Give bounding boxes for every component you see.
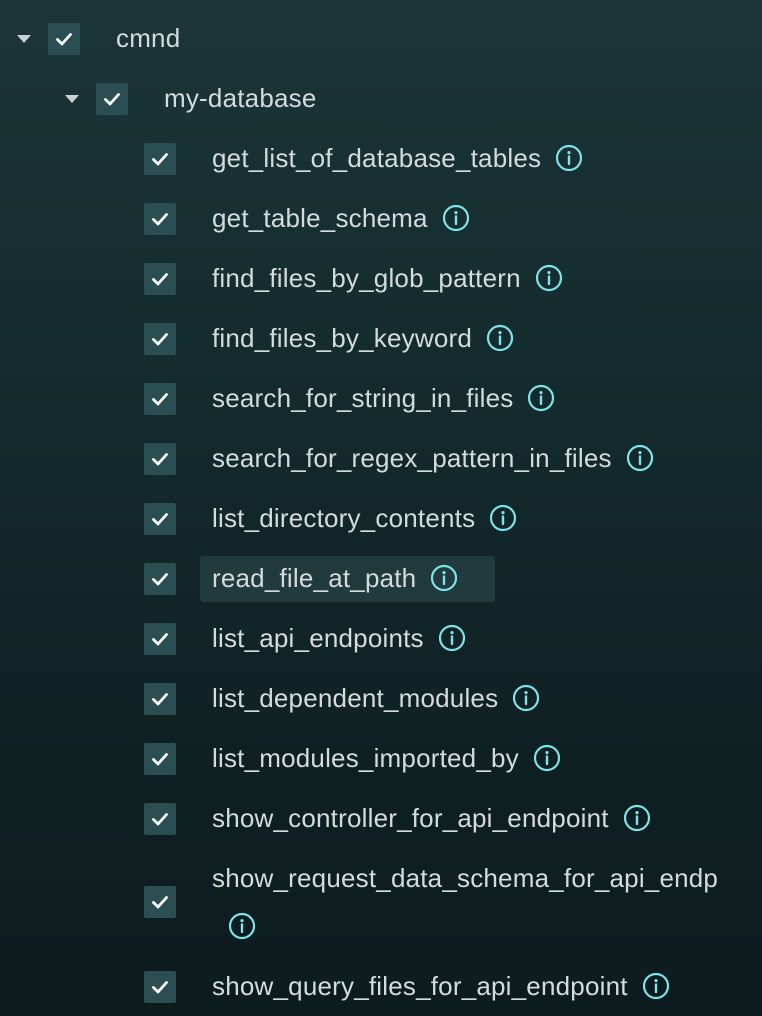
info-icon[interactable] (438, 624, 466, 652)
info-icon[interactable] (442, 204, 470, 232)
checkmark-icon (152, 633, 168, 646)
checkmark-icon (152, 693, 168, 706)
info-icon[interactable] (489, 504, 517, 532)
tool-item-label: read_file_at_path (212, 563, 417, 593)
tree-node-my-database[interactable]: my-database (0, 68, 762, 128)
tool-item-label: find_files_by_keyword (212, 323, 473, 353)
tool-item-label: list_api_endpoints (212, 623, 424, 653)
checkmark-icon (104, 93, 120, 106)
tool-item[interactable]: show_query_files_for_api_endpoint (0, 956, 762, 1016)
tool-item[interactable]: show_request_data_schema_for_api_endp (0, 848, 762, 956)
checkmark-icon (152, 213, 168, 226)
tool-item-checkbox[interactable] (144, 443, 176, 475)
checkmark-icon (152, 333, 168, 346)
info-icon[interactable] (555, 144, 583, 172)
tool-item-checkbox[interactable] (144, 323, 176, 355)
tool-item-label-wrap: get_table_schema (212, 202, 470, 234)
tool-item[interactable]: search_for_regex_pattern_in_files (0, 428, 762, 488)
tool-item[interactable]: search_for_string_in_files (0, 368, 762, 428)
tool-item-label-wrap: show_controller_for_api_endpoint (212, 802, 651, 834)
checkmark-icon (152, 273, 168, 286)
checkmark-icon (152, 896, 168, 909)
tool-item-label: show_query_files_for_api_endpoint (212, 971, 628, 1001)
tool-item-label: search_for_string_in_files (212, 383, 514, 413)
tool-item[interactable]: get_list_of_database_tables (0, 128, 762, 188)
tool-item-label-wrap: read_file_at_path (212, 562, 458, 594)
tool-item-checkbox[interactable] (144, 563, 176, 595)
tool-item-checkbox[interactable] (144, 886, 176, 918)
tool-item-checkbox[interactable] (144, 383, 176, 415)
info-icon[interactable] (430, 564, 458, 592)
checkmark-icon (152, 813, 168, 826)
info-icon[interactable] (486, 324, 514, 352)
tool-item-label: find_files_by_glob_pattern (212, 263, 521, 293)
tool-item[interactable]: list_directory_contents (0, 488, 762, 548)
info-icon[interactable] (623, 804, 651, 832)
tool-item-label-wrap: list_directory_contents (212, 502, 517, 534)
tool-item[interactable]: find_files_by_glob_pattern (0, 248, 762, 308)
tool-item-label-wrap: find_files_by_glob_pattern (212, 262, 563, 294)
tool-item[interactable]: show_controller_for_api_endpoint (0, 788, 762, 848)
tree-node-label: cmnd (116, 23, 181, 53)
tree-node-cmnd[interactable]: cmnd (0, 8, 762, 68)
tool-item[interactable]: read_file_at_path (0, 548, 762, 608)
info-icon[interactable] (642, 972, 670, 1000)
tool-item-label-wrap: find_files_by_keyword (212, 322, 514, 354)
tool-item-checkbox[interactable] (144, 803, 176, 835)
tool-item-label: list_directory_contents (212, 503, 476, 533)
tool-item[interactable]: list_dependent_modules (0, 668, 762, 728)
info-icon[interactable] (626, 444, 654, 472)
info-icon[interactable] (535, 264, 563, 292)
tree-node-label: my-database (164, 83, 317, 113)
tool-item-label: show_controller_for_api_endpoint (212, 803, 609, 833)
tool-item-checkbox[interactable] (144, 683, 176, 715)
tool-item-label-wrap: get_list_of_database_tables (212, 142, 583, 174)
checkmark-icon (152, 393, 168, 406)
tool-item-checkbox[interactable] (144, 743, 176, 775)
checkbox-cmnd[interactable] (48, 23, 80, 55)
tool-item-label-wrap: list_modules_imported_by (212, 742, 561, 774)
info-icon[interactable] (228, 912, 256, 940)
tool-item-checkbox[interactable] (144, 263, 176, 295)
checkbox-my-database[interactable] (96, 83, 128, 115)
tool-item[interactable]: list_api_endpoints (0, 608, 762, 668)
checkmark-icon (152, 573, 168, 586)
tool-item-label-wrap: search_for_regex_pattern_in_files (212, 442, 654, 474)
tool-item-checkbox[interactable] (144, 503, 176, 535)
tool-item-label: show_request_data_schema_for_api_endp (212, 863, 719, 893)
checkmark-icon (152, 153, 168, 166)
tool-item[interactable]: get_table_schema (0, 188, 762, 248)
tool-item[interactable]: find_files_by_keyword (0, 308, 762, 368)
caret-down-icon[interactable] (17, 35, 31, 43)
tool-item-checkbox[interactable] (144, 143, 176, 175)
tool-item[interactable]: list_modules_imported_by (0, 728, 762, 788)
tool-item-checkbox[interactable] (144, 203, 176, 235)
info-icon[interactable] (512, 684, 540, 712)
checkmark-icon (152, 981, 168, 994)
checkmark-icon (56, 33, 72, 46)
tool-item-label: get_table_schema (212, 203, 428, 233)
tool-item-label: search_for_regex_pattern_in_files (212, 443, 612, 473)
info-icon[interactable] (533, 744, 561, 772)
tool-item-label: get_list_of_database_tables (212, 143, 542, 173)
checkmark-icon (152, 753, 168, 766)
tool-item-label-wrap: list_dependent_modules (212, 682, 540, 714)
tool-item-label-wrap: search_for_string_in_files (212, 382, 555, 414)
info-icon[interactable] (527, 384, 555, 412)
tool-tree: cmnd my-database get_list_of_database_ta… (0, 0, 762, 1016)
tool-item-label-wrap: list_api_endpoints (212, 622, 466, 654)
tool-item-checkbox[interactable] (144, 971, 176, 1003)
tool-item-checkbox[interactable] (144, 623, 176, 655)
caret-down-icon[interactable] (65, 95, 79, 103)
checkmark-icon (152, 453, 168, 466)
tool-item-label: list_dependent_modules (212, 683, 499, 713)
checkmark-icon (152, 513, 168, 526)
tool-item-label: list_modules_imported_by (212, 743, 519, 773)
tool-item-label-wrap: show_query_files_for_api_endpoint (212, 970, 670, 1002)
